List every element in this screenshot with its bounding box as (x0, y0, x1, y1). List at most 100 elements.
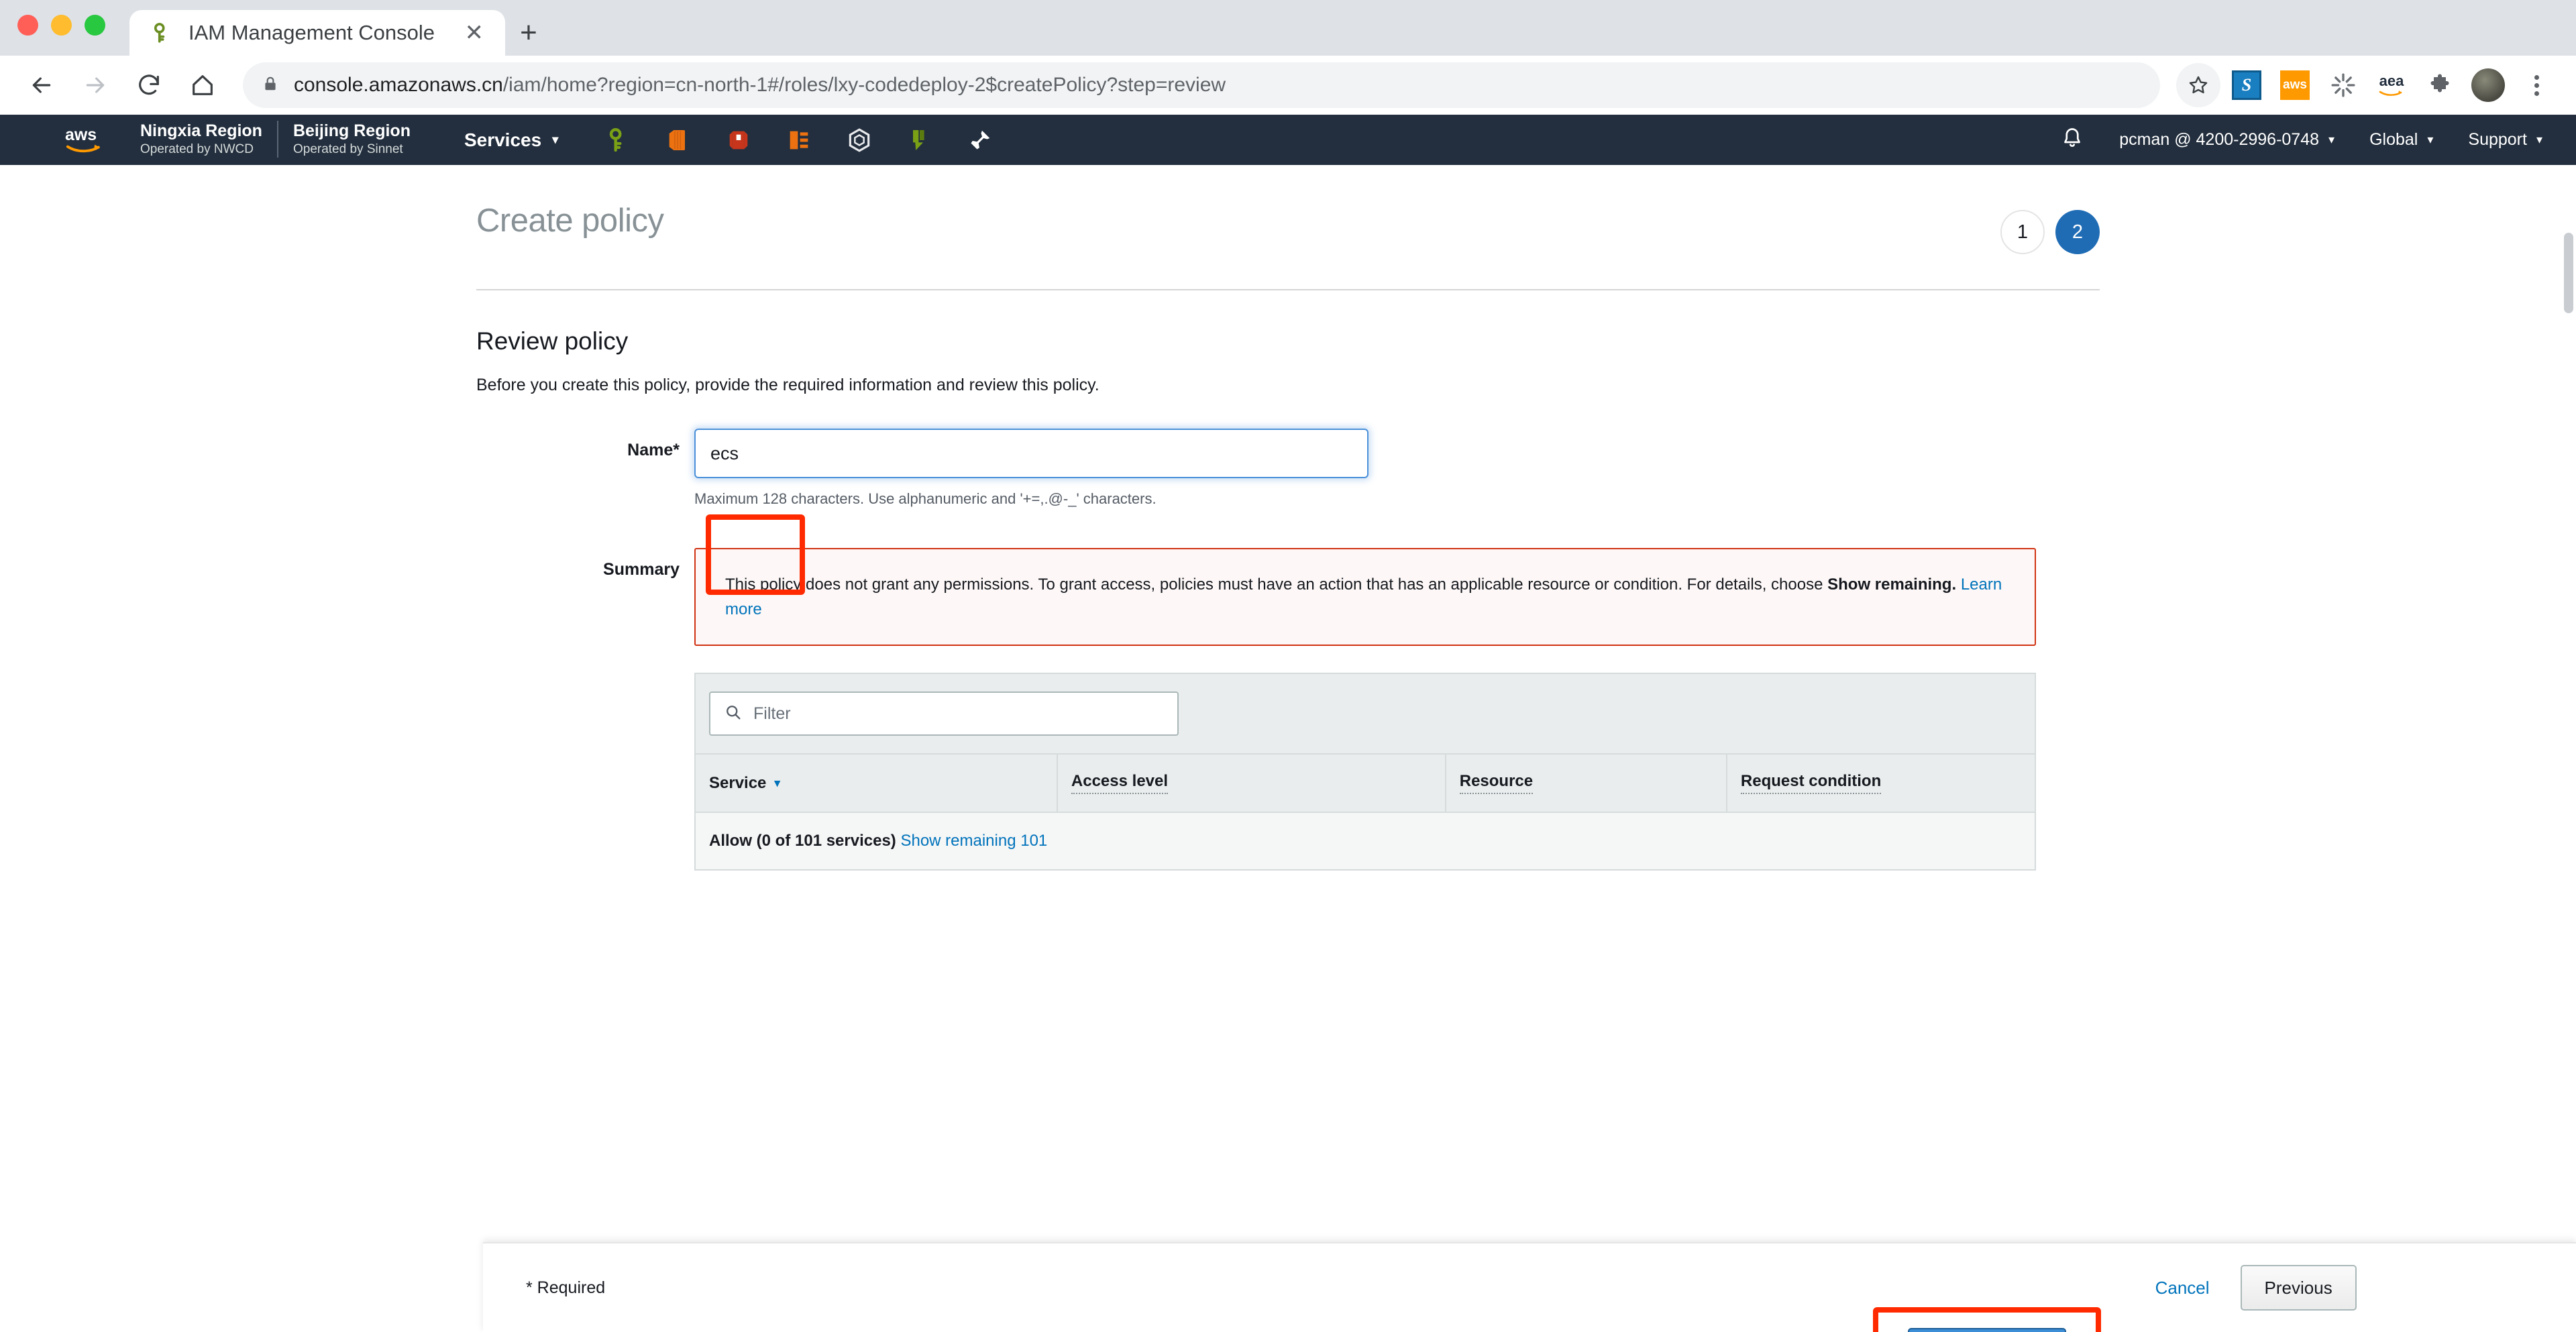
policy-name-input[interactable] (694, 429, 1368, 478)
chevron-down-icon: ▾ (2427, 133, 2434, 146)
service-shortcuts (602, 125, 996, 156)
browser-window: IAM Management Console ✕ + console.amazo… (0, 0, 2576, 1332)
create-policy-button[interactable]: Create policy (1908, 1328, 2066, 1332)
browser-tab[interactable]: IAM Management Console ✕ (129, 10, 505, 56)
aws-logo-icon: aws (64, 121, 131, 159)
services-menu-button[interactable]: Services ▾ (464, 129, 558, 151)
header-divider (476, 289, 2100, 290)
table-header-row: Service ▾ Access level Resource Request … (696, 755, 2035, 814)
column-service[interactable]: Service ▾ (696, 755, 1058, 814)
new-tab-button[interactable]: + (505, 10, 552, 56)
name-help-text: Maximum 128 characters. Use alphanumeric… (694, 490, 1157, 507)
column-access-level[interactable]: Access level (1057, 755, 1446, 814)
column-request-condition-label: Request condition (1740, 772, 1882, 795)
form-action-bar: * Required Cancel Previous Create policy (483, 1242, 2576, 1332)
address-bar[interactable]: console.amazonaws.cn/iam/home?region=cn-… (243, 62, 2160, 108)
close-tab-button[interactable]: ✕ (458, 19, 491, 47)
services-label: Services (464, 129, 542, 150)
chevron-down-icon: ▾ (552, 133, 559, 146)
page-title: Create policy (476, 203, 664, 239)
review-policy-section: Review policy Before you create this pol… (476, 327, 2100, 871)
name-form-row: Name* Maximum 128 characters. Use alphan… (476, 429, 2100, 508)
name-label: Name* (627, 441, 680, 459)
puzzle-extensions-icon[interactable] (2418, 63, 2462, 107)
iam-icon[interactable] (602, 125, 633, 156)
region-block: Ningxia Region Operated by NWCD Beijing … (131, 121, 425, 158)
aea-extension-label: aea (2379, 72, 2404, 89)
region-beijing-operator: Operated by Sinnet (292, 142, 403, 157)
key-icon (150, 20, 175, 46)
cancel-button[interactable]: Cancel (2143, 1278, 2222, 1298)
region-ningxia-name: Ningxia Region (140, 121, 262, 140)
no-permissions-alert: This policy does not grant any permissio… (694, 548, 2036, 647)
codedeploy-icon[interactable] (904, 125, 935, 156)
alert-bold-text: Show remaining. (1827, 575, 1957, 594)
account-menu[interactable]: pcman @ 4200-2996-0748 ▾ (2119, 130, 2334, 150)
previous-button[interactable]: Previous (2240, 1265, 2357, 1311)
summary-body: This policy does not grant any permissio… (694, 548, 2100, 871)
profile-avatar[interactable] (2466, 63, 2510, 107)
annotation-box-name-field (706, 514, 805, 595)
pin-icon[interactable] (965, 125, 996, 156)
minimize-window-button[interactable] (51, 15, 72, 36)
aea-extension-icon[interactable]: aea (2369, 63, 2414, 107)
column-resource[interactable]: Resource (1445, 755, 1727, 814)
tab-strip: IAM Management Console ✕ + (0, 0, 2576, 56)
svg-text:aws: aws (65, 125, 97, 144)
notifications-bell-icon[interactable] (2060, 126, 2084, 154)
close-window-button[interactable] (17, 15, 38, 36)
required-note: * Required (526, 1278, 606, 1297)
region-ningxia-operator: Operated by NWCD (140, 142, 254, 157)
region-menu-label: Global (2369, 130, 2418, 149)
url-path: /iam/home?region=cn-north-1#/roles/lxy-c… (502, 74, 1226, 96)
ecs-icon[interactable] (784, 125, 814, 156)
show-remaining-link[interactable]: Show remaining 101 (900, 832, 1047, 850)
region-menu[interactable]: Global ▾ (2369, 130, 2433, 150)
allow-summary-cell: Allow (0 of 101 services) Show remaining… (696, 812, 2035, 870)
search-icon (724, 703, 743, 725)
aws-extension-label: aws (2280, 70, 2310, 100)
region-beijing-name: Beijing Region (292, 121, 411, 140)
step-1[interactable]: 1 (2000, 210, 2045, 254)
spark-extension-icon[interactable] (2321, 63, 2365, 107)
reload-icon[interactable] (125, 61, 173, 109)
aws-nav-right: pcman @ 4200-2996-0748 ▾ Global ▾ Suppor… (2060, 126, 2576, 154)
filter-box[interactable] (709, 691, 1179, 736)
column-access-level-label: Access level (1071, 772, 1169, 795)
chrome-menu-icon[interactable] (2514, 63, 2559, 107)
services-table: Service ▾ Access level Resource Request … (696, 755, 2035, 870)
support-menu[interactable]: Support ▾ (2468, 130, 2542, 150)
step-2[interactable]: 2 (2055, 210, 2100, 254)
chevron-down-icon: ▾ (2328, 133, 2335, 146)
aws-logo-region-block[interactable]: aws Ningxia Region Operated by NWCD Beij… (64, 121, 425, 159)
region-ningxia[interactable]: Ningxia Region Operated by NWCD (131, 121, 277, 158)
skype-extension-icon[interactable]: S (2224, 63, 2269, 107)
forward-icon[interactable] (71, 61, 119, 109)
column-request-condition[interactable]: Request condition (1726, 755, 2035, 814)
lock-icon (262, 75, 279, 96)
permissions-table: Service ▾ Access level Resource (694, 673, 2036, 871)
section-description: Before you create this policy, provide t… (476, 376, 1099, 394)
chevron-down-icon: ▾ (2536, 133, 2542, 146)
ec2-icon[interactable] (663, 125, 694, 156)
form-actions: Cancel Previous Create policy (2143, 1265, 2533, 1311)
home-icon[interactable] (178, 61, 227, 109)
cloudformation-icon[interactable] (844, 125, 875, 156)
skype-extension-label: S (2232, 70, 2261, 100)
browser-toolbar: console.amazonaws.cn/iam/home?region=cn-… (0, 56, 2576, 115)
support-label: Support (2468, 130, 2527, 149)
back-icon[interactable] (17, 61, 66, 109)
column-resource-label: Resource (1459, 772, 1534, 795)
name-field-wrap: Maximum 128 characters. Use alphanumeric… (694, 429, 2100, 508)
dynamodb-icon[interactable] (723, 125, 754, 156)
summary-label: Summary (603, 560, 680, 579)
region-beijing[interactable]: Beijing Region Operated by Sinnet (276, 121, 425, 158)
create-policy-button-wrap: Create policy (1885, 1319, 2089, 1332)
aws-extension-icon[interactable]: aws (2273, 63, 2317, 107)
scrollbar-thumb[interactable] (2564, 233, 2573, 313)
maximize-window-button[interactable] (85, 15, 105, 36)
allow-summary-text: Allow (0 of 101 services) (709, 832, 896, 850)
filter-input[interactable] (753, 704, 1164, 724)
step-indicator: 1 2 (2000, 202, 2100, 254)
bookmark-star-icon[interactable] (2176, 63, 2220, 107)
